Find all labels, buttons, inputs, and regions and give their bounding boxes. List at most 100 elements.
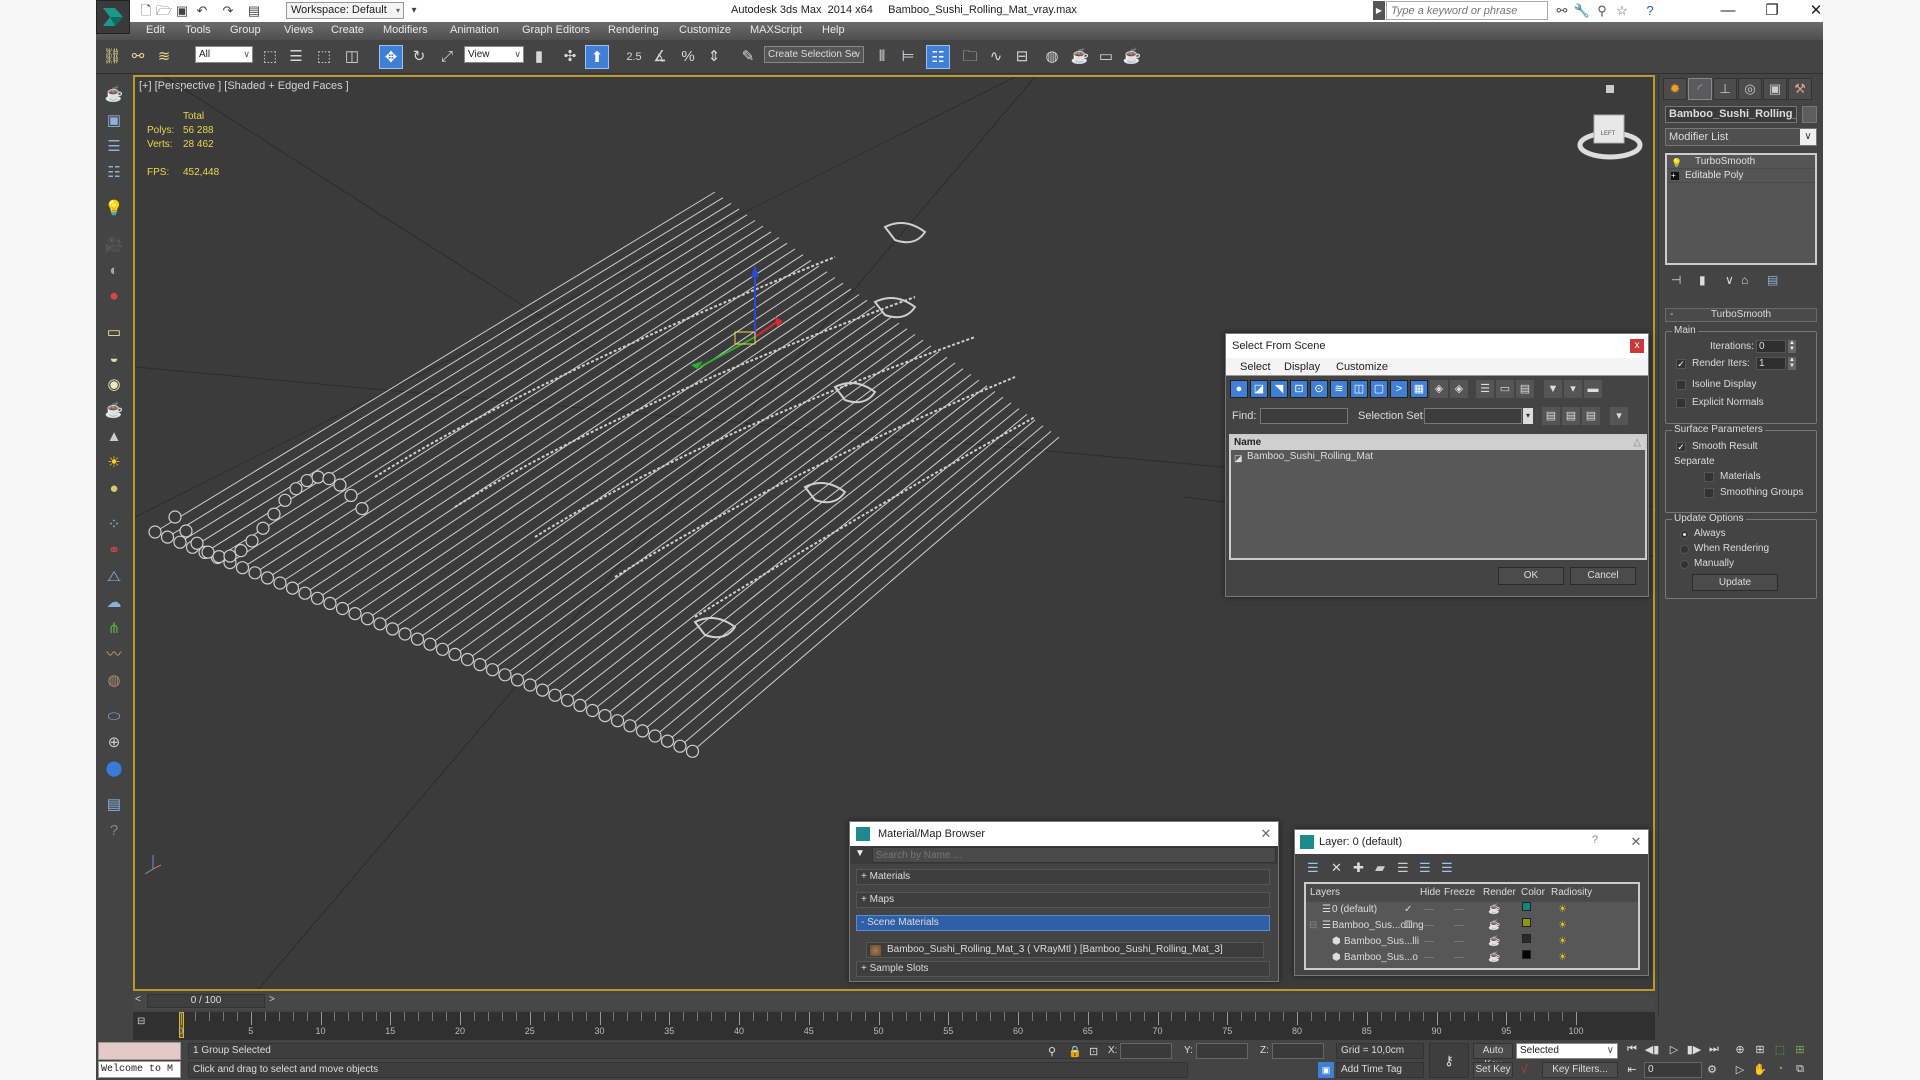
project-folder-icon[interactable]: ▤ <box>246 3 262 19</box>
expand-icon[interactable]: + <box>1671 172 1679 180</box>
render-iters-spinner[interactable]: 1 <box>1756 357 1786 370</box>
keyword-search-input[interactable] <box>1386 1 1548 20</box>
menu-animation[interactable]: Animation <box>450 24 499 36</box>
render-window-icon[interactable]: ▣ <box>103 110 125 132</box>
filter-frozen-icon[interactable]: ◈ <box>1430 380 1448 398</box>
time-slider[interactable]: < 0 / 100 > <box>133 994 1655 1010</box>
redo-icon[interactable]: ↷ <box>220 3 236 19</box>
track-bar[interactable]: ⊟ 0 5 10 15 20 25 30 35 40 45 50 55 60 65 70 75 80 85 90 95… <box>133 1012 1655 1040</box>
freeze-toggle[interactable]: — <box>1454 902 1464 918</box>
utilities-tab-icon[interactable]: ⚒ <box>1788 78 1812 100</box>
layer-name[interactable]: Bamboo_Sus...o <box>1344 950 1418 966</box>
select-and-scale-icon[interactable]: ⤢ <box>435 45 459 69</box>
col-layers[interactable]: Layers <box>1310 884 1340 902</box>
menu-customize[interactable]: Customize <box>679 24 731 36</box>
new-file-icon[interactable]: 🗋 <box>138 3 154 19</box>
material-editor-icon[interactable]: ◍ <box>1040 45 1064 69</box>
x-coord-input[interactable] <box>1120 1043 1172 1059</box>
filter-geometry-icon[interactable]: ● <box>1230 380 1248 398</box>
sfs-menu-display[interactable]: Display <box>1284 361 1320 373</box>
selection-filter-dropdown[interactable]: All ∨ <box>195 46 253 63</box>
turbosmooth-rollout-header[interactable]: - TurboSmooth <box>1665 308 1817 322</box>
selection-set-dropdown-arrow[interactable]: ▾ <box>1523 408 1533 424</box>
display-tab-icon[interactable]: ▣ <box>1763 78 1787 100</box>
go-to-end-icon[interactable]: ⏭ <box>1706 1043 1722 1056</box>
minimize-button[interactable]: — <box>1706 0 1750 22</box>
object-color-swatch[interactable] <box>1802 106 1817 123</box>
hide-unhide-all-icon[interactable]: ☰ <box>1419 860 1431 876</box>
options-dropdown-icon[interactable]: ▾ <box>1610 407 1628 425</box>
percent-snap-icon[interactable]: % <box>676 45 700 69</box>
rectangular-selection-icon[interactable]: ⬚ <box>312 45 336 69</box>
add-to-layer-icon[interactable]: ✚ <box>1353 860 1364 876</box>
star-icon[interactable]: ☆ <box>1613 2 1631 20</box>
selection-box-icon[interactable]: ⬤ <box>103 758 125 780</box>
freeze-unfreeze-all-icon[interactable]: ☰ <box>1441 860 1453 876</box>
remove-modifier-icon[interactable]: ⌂ <box>1741 273 1748 287</box>
freeze-toggle[interactable]: — <box>1454 918 1464 934</box>
render-setup-icon[interactable]: ☕ <box>1068 45 1092 69</box>
separate-smoothing-groups-checkbox[interactable] <box>1704 488 1714 498</box>
video-camera-icon[interactable]: ⏺ <box>103 286 125 308</box>
selection-lock-icon[interactable]: 🔒 <box>1068 1045 1082 1058</box>
select-by-name-icon[interactable]: ☰ <box>284 45 308 69</box>
dome-icon[interactable]: ◒ <box>103 348 125 370</box>
layer-name[interactable]: 0 (default) <box>1332 902 1377 918</box>
spinner-snap-icon[interactable]: ⇕ <box>702 45 726 69</box>
menu-rendering[interactable]: Rendering <box>608 24 659 36</box>
scene-material-item[interactable]: Bamboo_Sushi_Rolling_Mat_3 ( VRayMtl ) [… <box>866 942 1264 958</box>
close-icon[interactable]: ✕ <box>1628 834 1644 850</box>
zoom-all-icon[interactable]: ⊞ <box>1752 1043 1768 1056</box>
filter-xrefs-icon[interactable]: ▢ <box>1370 380 1388 398</box>
scene-explorer-icon[interactable]: 🗀 <box>958 45 982 69</box>
scene-states-icon[interactable]: ▤ <box>103 794 125 816</box>
time-tag-icon[interactable]: ▣ <box>1318 1062 1334 1078</box>
zoom-region-icon[interactable]: ⊕ <box>103 732 125 754</box>
zoom-icon[interactable]: ⊕ <box>1732 1043 1748 1056</box>
col-render[interactable]: Render <box>1483 884 1516 902</box>
sun-icon[interactable]: ☀ <box>103 452 125 474</box>
open-mini-curve-editor-icon[interactable]: ⊟ <box>137 1016 145 1027</box>
modify-tab-icon[interactable]: ◜ <box>1688 78 1712 100</box>
menu-help[interactable]: Help <box>822 24 845 36</box>
show-end-result-icon[interactable]: ▮ <box>1699 273 1706 287</box>
pin-stack-icon[interactable]: ⊣ <box>1671 273 1681 287</box>
menu-modifiers[interactable]: Modifiers <box>383 24 428 36</box>
render-production-icon[interactable]: ☕ <box>1120 45 1144 69</box>
isolate-selection-icon[interactable]: ⚲ <box>1048 1045 1056 1058</box>
tower-icon[interactable]: ⧍ <box>103 566 125 588</box>
layer-row[interactable]: ⬢ Bamboo_Sus...o — — ☕ ☀ <box>1306 950 1638 966</box>
current-frame-input[interactable]: 0 <box>1644 1062 1702 1078</box>
menu-maxscript[interactable]: MAXScript <box>750 24 802 36</box>
delete-layer-icon[interactable]: ✕ <box>1331 860 1342 876</box>
save-file-icon[interactable]: ▣ <box>174 3 190 19</box>
grass-icon[interactable]: ⋔ <box>103 618 125 640</box>
render-teapot-icon[interactable]: ☕ <box>1488 918 1500 934</box>
edit-named-selection-icon[interactable]: ✎ <box>736 45 760 69</box>
close-icon[interactable]: ✕ <box>1258 826 1274 842</box>
select-and-link-icon[interactable]: ⛓ <box>100 45 124 69</box>
orbit-icon[interactable]: ◔ <box>1772 1063 1788 1075</box>
set-key-button[interactable]: Set Key <box>1473 1062 1513 1078</box>
section-scene-materials[interactable]: - Scene Materials <box>856 915 1270 931</box>
filter-cameras-icon[interactable]: ⊡ <box>1290 380 1308 398</box>
motion-tab-icon[interactable]: ◎ <box>1738 78 1762 100</box>
section-sample-slots[interactable]: + Sample Slots <box>856 961 1270 977</box>
make-unique-icon[interactable]: ∨ <box>1725 273 1734 287</box>
close-icon[interactable]: x <box>1630 339 1644 353</box>
teapot-object-icon[interactable]: ☕ <box>103 400 125 422</box>
configure-modifier-sets-icon[interactable]: ▤ <box>1767 273 1778 287</box>
modifier-list-dropdown[interactable]: Modifier List ∨ <box>1665 128 1817 146</box>
render-teapot-icon[interactable]: ☕ <box>1488 934 1500 950</box>
find-input[interactable] <box>1260 408 1348 424</box>
update-button[interactable]: Update <box>1692 574 1778 591</box>
select-and-manipulate-icon[interactable]: ✣ <box>558 45 582 69</box>
use-pivot-point-icon[interactable]: ▮ <box>527 45 551 69</box>
close-button[interactable]: ✕ <box>1794 0 1838 22</box>
cloud-icon[interactable]: ☁ <box>103 592 125 614</box>
layer-color-swatch[interactable] <box>1522 950 1531 959</box>
snaps-toggle-icon[interactable]: 2.5 <box>622 45 646 69</box>
schematic-view-icon[interactable]: ⊟ <box>1010 45 1034 69</box>
sfs-menu-select[interactable]: Select <box>1240 361 1271 373</box>
lightbulb-icon[interactable]: 💡 <box>1671 156 1682 170</box>
